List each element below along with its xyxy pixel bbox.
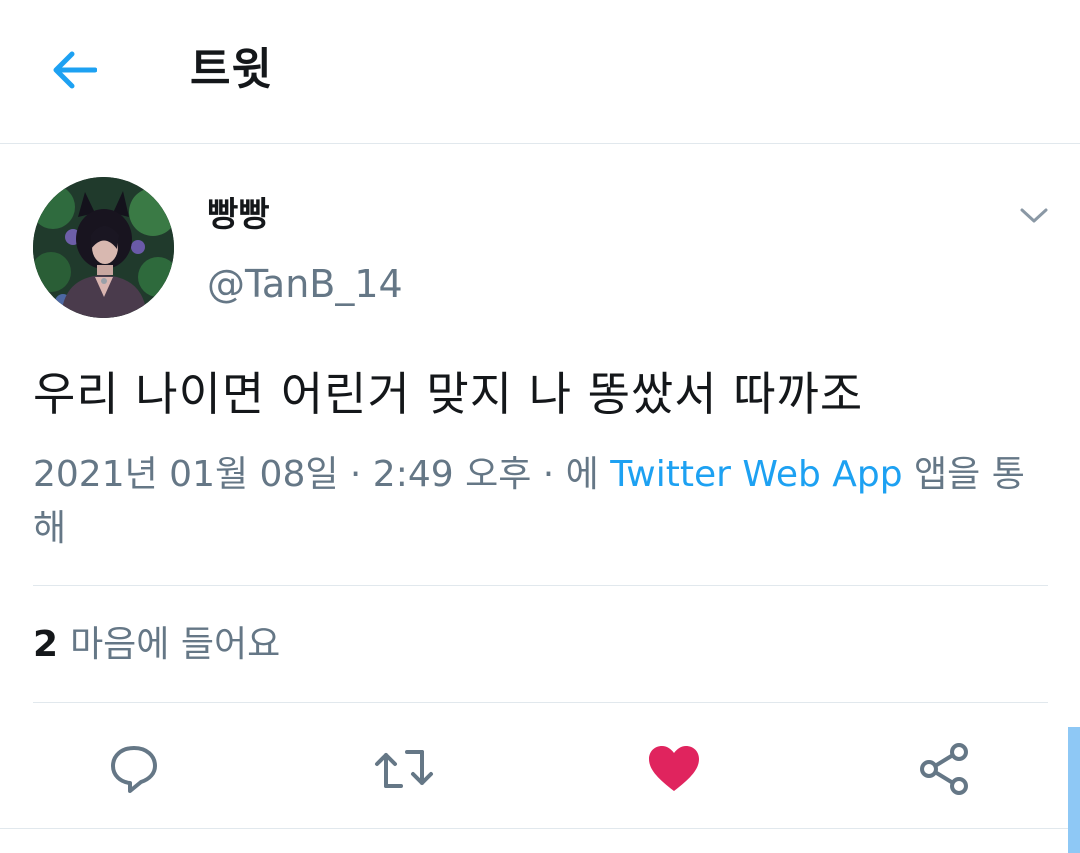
page-title: 트윗 bbox=[190, 44, 273, 95]
display-name[interactable]: 빵빵 bbox=[207, 190, 270, 240]
divider bbox=[33, 702, 1048, 703]
avatar[interactable] bbox=[33, 177, 174, 318]
share-button[interactable] bbox=[912, 737, 976, 801]
retweet-button[interactable] bbox=[372, 737, 436, 801]
tweet-meta: 2021년 01월 08일 · 2:49 오후 · 에 Twitter Web … bbox=[33, 448, 1038, 556]
user-handle[interactable]: @TanB_14 bbox=[207, 258, 403, 310]
more-options-button[interactable] bbox=[1012, 196, 1056, 236]
retweet-icon bbox=[375, 750, 433, 788]
reply-icon bbox=[111, 746, 157, 793]
action-bar bbox=[0, 715, 1080, 827]
chevron-down-icon bbox=[1020, 208, 1048, 223]
tweet-text: 우리 나이면 어린거 맞지 나 똥쌌서 따까조 bbox=[33, 367, 864, 421]
divider bbox=[33, 585, 1048, 586]
share-icon bbox=[920, 743, 968, 795]
divider bbox=[0, 828, 1080, 829]
likes-count: 2 bbox=[33, 624, 59, 665]
likes-label: 마음에 들어요 bbox=[70, 624, 281, 665]
scrollbar[interactable] bbox=[1068, 727, 1080, 853]
heart-icon bbox=[649, 746, 699, 791]
source-link[interactable]: Twitter Web App bbox=[610, 454, 902, 495]
top-bar: 트윗 bbox=[0, 0, 1080, 144]
likes-stat[interactable]: 2 마음에 들어요 bbox=[33, 618, 280, 672]
arrow-left-icon bbox=[53, 51, 97, 89]
timestamp: 2021년 01월 08일 · 2:49 오후 · 에 bbox=[33, 454, 611, 495]
like-button[interactable] bbox=[642, 737, 706, 801]
reply-button[interactable] bbox=[102, 737, 166, 801]
back-button[interactable] bbox=[44, 40, 104, 100]
